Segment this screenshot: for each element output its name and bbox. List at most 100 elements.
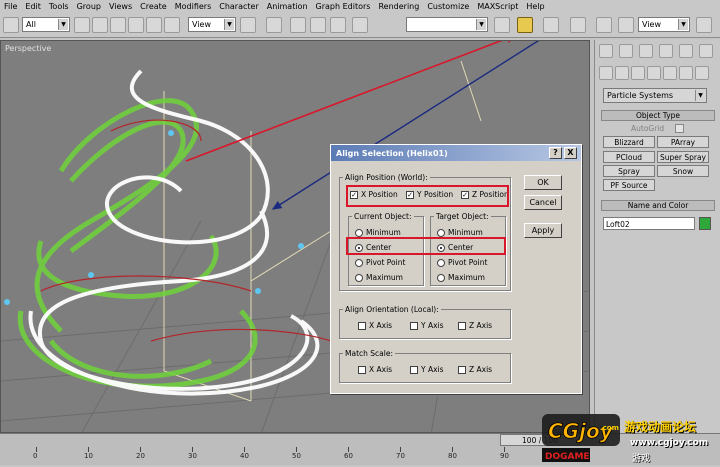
menu-views[interactable]: Views <box>109 2 132 11</box>
cancel-button[interactable]: Cancel <box>524 195 562 210</box>
layer-manager-icon[interactable] <box>543 17 559 33</box>
chevron-down-icon: ▼ <box>224 19 234 30</box>
close-icon[interactable]: X <box>564 147 577 159</box>
helpers-icon[interactable] <box>663 66 677 80</box>
target-minimum-radio[interactable]: Minimum <box>437 228 483 237</box>
rotate-icon[interactable] <box>146 17 162 33</box>
shapes-icon[interactable] <box>615 66 629 80</box>
undo-icon[interactable] <box>3 17 19 33</box>
snow-button[interactable]: Snow <box>657 165 709 177</box>
menu-animation[interactable]: Animation <box>267 2 308 11</box>
tick-label: 20 <box>136 452 145 460</box>
menu-rendering[interactable]: Rendering <box>378 2 419 11</box>
parray-button[interactable]: PArray <box>657 136 709 148</box>
menu-help[interactable]: Help <box>526 2 544 11</box>
snap-3d-icon[interactable] <box>266 17 282 33</box>
help-icon[interactable]: ? <box>549 147 562 159</box>
orient-z-axis-checkbox[interactable]: Z Axis <box>458 321 492 330</box>
align-selection-dialog: Align Selection (Helix01) ? X Align Posi… <box>330 144 582 394</box>
select-by-name-icon[interactable] <box>92 17 108 33</box>
autogrid-label: AutoGrid <box>631 124 665 133</box>
spinner-snap-icon[interactable] <box>330 17 346 33</box>
ok-button[interactable]: OK <box>524 175 562 190</box>
rect-select-icon[interactable] <box>110 17 126 33</box>
pf-source-button[interactable]: PF Source <box>603 179 655 191</box>
orient-x-axis-checkbox[interactable]: X Axis <box>358 321 392 330</box>
target-maximum-radio[interactable]: Maximum <box>437 273 485 282</box>
render-scene-icon[interactable] <box>618 17 634 33</box>
super-spray-button[interactable]: Super Spray <box>657 151 709 163</box>
percent-snap-icon[interactable] <box>310 17 326 33</box>
menu-tools[interactable]: Tools <box>49 2 69 11</box>
named-selection-dropdown[interactable]: ▼ <box>406 17 488 32</box>
menu-graph-editors[interactable]: Graph Editors <box>316 2 371 11</box>
quick-render-icon[interactable] <box>696 17 712 33</box>
display-tab-icon[interactable] <box>679 44 693 58</box>
menu-customize[interactable]: Customize <box>427 2 469 11</box>
scale-x-axis-checkbox[interactable]: X Axis <box>358 365 392 374</box>
apply-button[interactable]: Apply <box>524 223 562 238</box>
viewport-label[interactable]: Perspective <box>5 44 51 53</box>
edit-named-selection-icon[interactable] <box>352 17 368 33</box>
render-type-dropdown[interactable]: View ▼ <box>638 17 690 32</box>
object-type-rollout[interactable]: Object Type <box>601 110 715 121</box>
space-warps-icon[interactable] <box>679 66 693 80</box>
scale-z-axis-checkbox[interactable]: Z Axis <box>458 365 492 374</box>
autogrid-checkbox[interactable] <box>675 124 684 133</box>
dialog-title-bar: Align Selection (Helix01) ? X <box>331 145 581 161</box>
orient-y-axis-label: Y Axis <box>421 321 444 330</box>
create-tab-icon[interactable] <box>599 44 613 58</box>
menu-group[interactable]: Group <box>77 2 101 11</box>
current-pivot-radio[interactable]: Pivot Point <box>355 258 405 267</box>
angle-snap-icon[interactable] <box>290 17 306 33</box>
target-maximum-label: Maximum <box>448 273 485 282</box>
pivot-center-icon[interactable] <box>240 17 256 33</box>
scale-icon[interactable] <box>164 17 180 33</box>
menu-character[interactable]: Character <box>219 2 259 11</box>
menu-maxscript[interactable]: MAXScript <box>477 2 518 11</box>
lights-icon[interactable] <box>631 66 645 80</box>
mirror-icon[interactable] <box>494 17 510 33</box>
blizzard-button[interactable]: Blizzard <box>603 136 655 148</box>
modify-tab-icon[interactable] <box>619 44 633 58</box>
utilities-tab-icon[interactable] <box>699 44 713 58</box>
align-icon[interactable] <box>517 17 533 33</box>
geometry-icon[interactable] <box>599 66 613 80</box>
track-bar[interactable]: 0 10 20 30 40 50 60 70 80 90 <box>0 447 560 466</box>
scale-y-axis-checkbox[interactable]: Y Axis <box>410 365 444 374</box>
menu-edit[interactable]: Edit <box>25 2 41 11</box>
cameras-icon[interactable] <box>647 66 661 80</box>
select-object-icon[interactable] <box>74 17 90 33</box>
tick-label: 60 <box>344 452 353 460</box>
category-dropdown[interactable]: Particle Systems ▼ <box>603 88 707 103</box>
tick-label: 70 <box>396 452 405 460</box>
current-minimum-radio[interactable]: Minimum <box>355 228 401 237</box>
scale-z-axis-label: Z Axis <box>469 365 493 374</box>
curve-editor-icon[interactable] <box>570 17 586 33</box>
hierarchy-tab-icon[interactable] <box>639 44 653 58</box>
selection-filter-value: All <box>26 20 36 29</box>
material-editor-icon[interactable] <box>596 17 612 33</box>
reference-coord-dropdown[interactable]: View ▼ <box>188 17 236 32</box>
name-color-rollout[interactable]: Name and Color <box>601 200 715 211</box>
tick-label: 90 <box>500 452 509 460</box>
current-maximum-radio[interactable]: Maximum <box>355 273 403 282</box>
watermark-graphic: CGjoy DOGAME <box>542 414 620 462</box>
main-toolbar: All ▼ View ▼ ▼ View ▼ <box>0 12 720 38</box>
pcloud-button[interactable]: PCloud <box>603 151 655 163</box>
orient-y-axis-checkbox[interactable]: Y Axis <box>410 321 444 330</box>
target-pivot-radio[interactable]: Pivot Point <box>437 258 487 267</box>
systems-icon[interactable] <box>695 66 709 80</box>
object-name-input[interactable]: Loft02 <box>603 217 695 230</box>
motion-tab-icon[interactable] <box>659 44 673 58</box>
move-icon[interactable] <box>128 17 144 33</box>
cgjoy-watermark: CGjoy DOGAME .com 游戏动画论坛 www.cgjoy.com 游… <box>540 408 720 465</box>
current-maximum-label: Maximum <box>366 273 403 282</box>
selection-filter-dropdown[interactable]: All ▼ <box>22 17 70 32</box>
spray-button[interactable]: Spray <box>603 165 655 177</box>
color-swatch[interactable] <box>699 217 711 230</box>
reference-coord-value: View <box>192 20 211 29</box>
menu-modifiers[interactable]: Modifiers <box>175 2 212 11</box>
menu-create[interactable]: Create <box>140 2 167 11</box>
menu-file[interactable]: File <box>4 2 17 11</box>
